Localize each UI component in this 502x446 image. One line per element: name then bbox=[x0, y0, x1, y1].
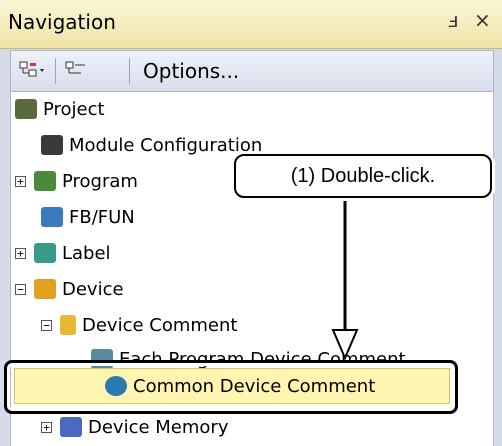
pointer-arrow bbox=[331, 198, 359, 361]
navigation-panel: Navigation ⅎ × Options... Project Module… bbox=[0, 0, 502, 446]
callout-box: (1) Double-click. bbox=[234, 154, 492, 198]
